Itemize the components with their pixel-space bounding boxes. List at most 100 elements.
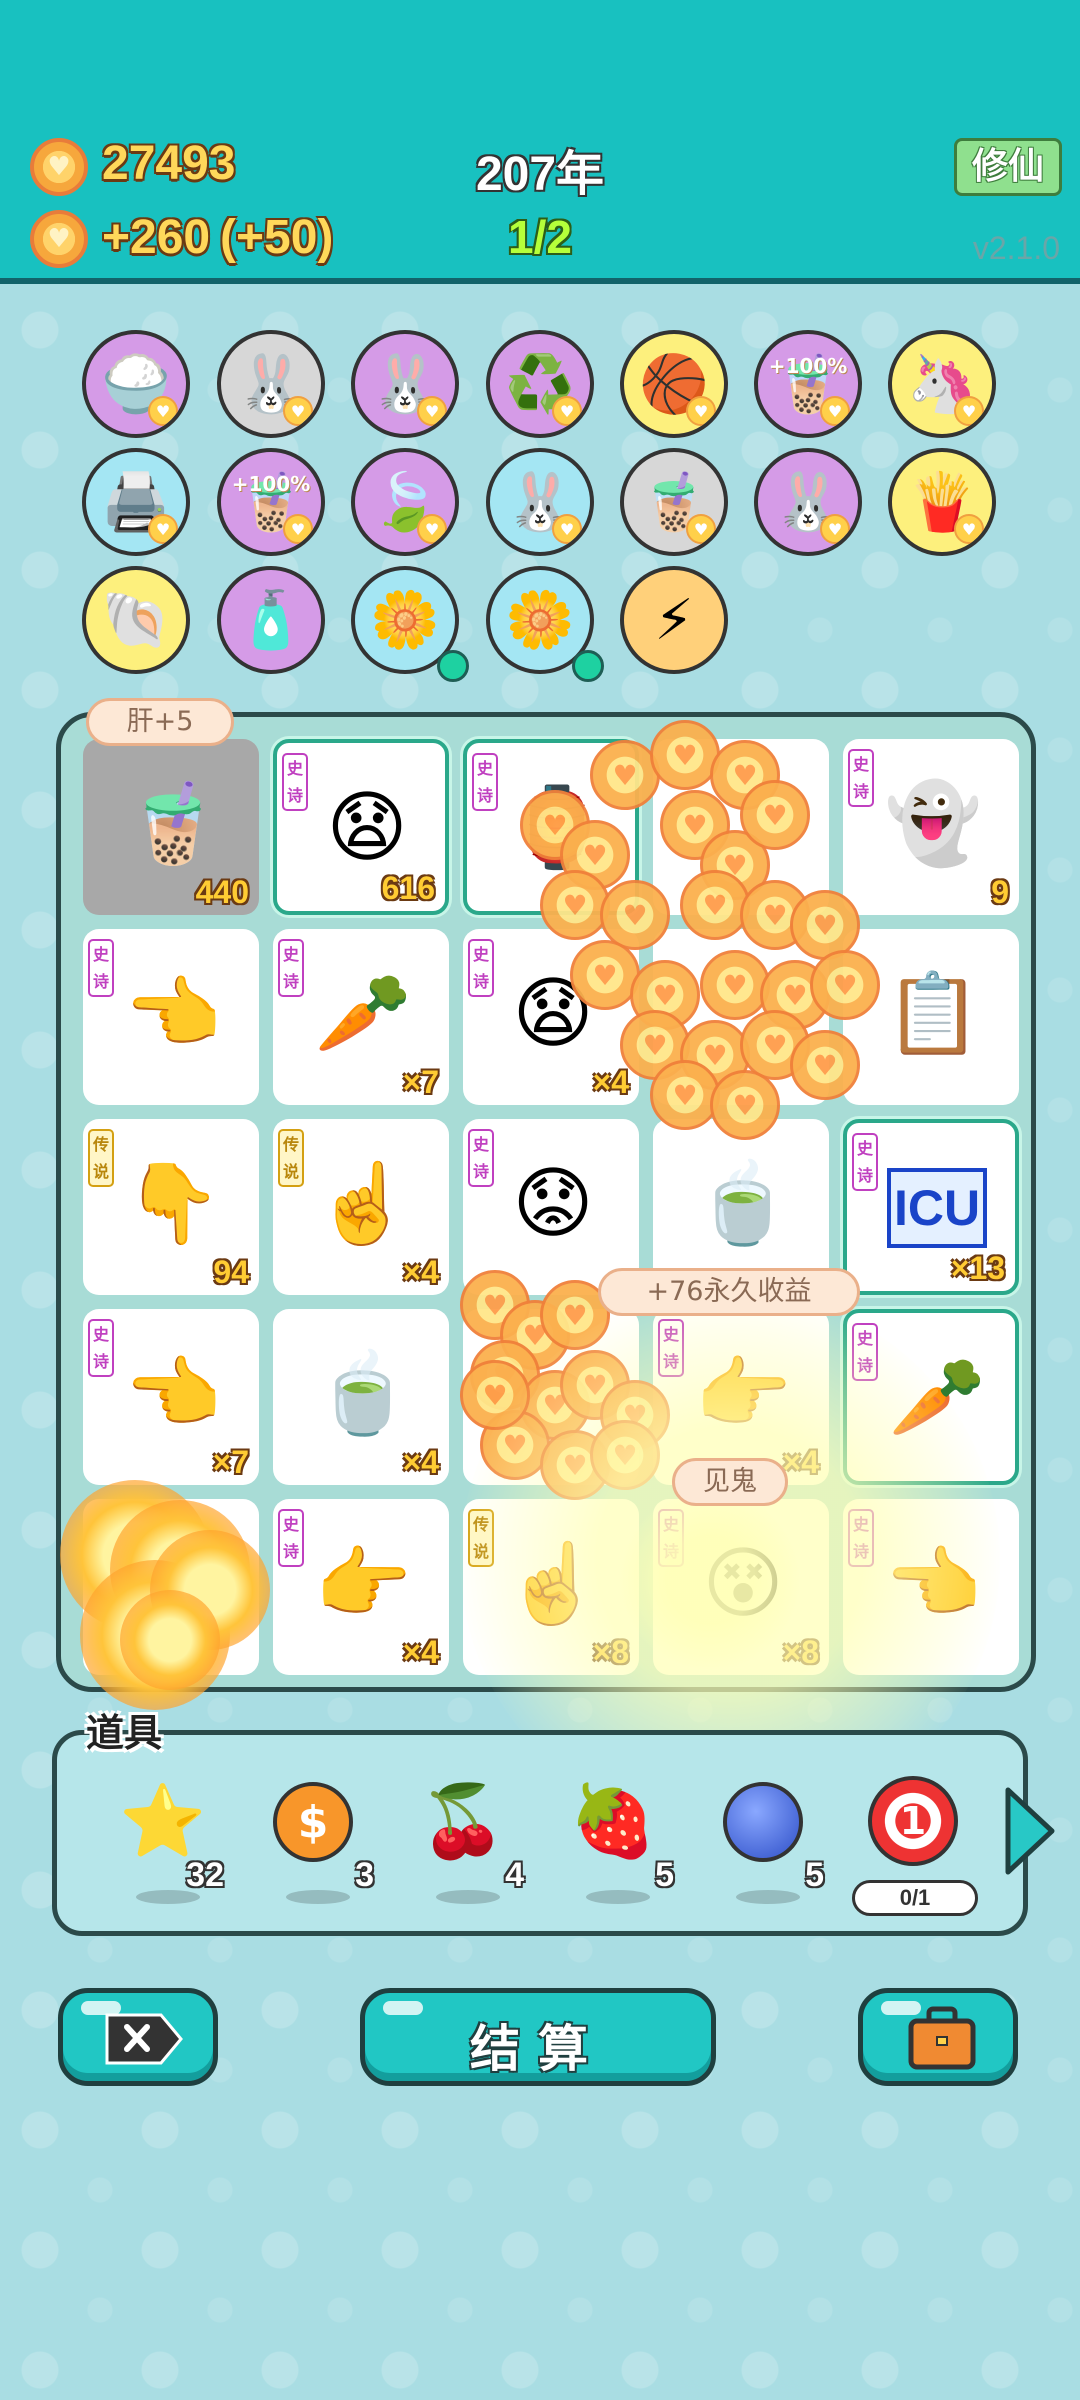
relic-slot[interactable]: 🐚 [82,566,190,674]
rarity-tag: 史诗 [472,753,498,811]
item-quantity: ×7 [212,1444,249,1480]
relic-slot[interactable]: 🍚 ♥ [82,330,190,438]
flying-coin-icon [710,1070,780,1140]
heart-badge-icon: ♥ [417,396,447,426]
heart-badge-icon: ♥ [417,514,447,544]
relic-slot[interactable]: 🐰 ♥ [754,448,862,556]
heart-badge-icon: ♥ [686,514,716,544]
relic-slot[interactable]: 🧋 ♥ [620,448,728,556]
relic-slot[interactable]: 🐰 ♥ [351,330,459,438]
relic-slot[interactable]: 🧋 +100% ♥ [217,448,325,556]
rarity-tag: 史诗 [278,1509,304,1567]
board-cell[interactable]: 传说 👇 94 [83,1119,259,1295]
milk-tea-icon: 🧋 +100% ♥ [217,448,325,556]
coin-icon [30,138,88,196]
popup-liver-bonus: 肝+5 [86,698,234,746]
board-cell[interactable]: 史诗 😧 616 [273,739,449,915]
relic-slot[interactable]: 🧋 +100% ♥ [754,330,862,438]
item-quantity: 9 [991,874,1009,910]
relic-slot[interactable]: ⚡ [620,566,728,674]
relic-slot[interactable]: 🏀 ♥ [620,330,728,438]
heart-badge-icon: ♥ [552,396,582,426]
item-slot[interactable]: 🍓 5 [558,1768,674,1908]
settle-button[interactable]: 结算 [360,1988,716,2086]
flying-coin-icon [810,950,880,1020]
exit-button[interactable] [58,1988,218,2086]
board-cell[interactable]: 史诗 👈 ×7 [83,1309,259,1485]
heart-badge-icon: ♥ [820,396,850,426]
strawberry-icon: 🍓 [569,1779,657,1862]
explosion-effect [120,1590,220,1690]
blueberry-icon [723,1782,803,1862]
item-quantity: ×4 [402,1254,439,1290]
item-slot[interactable]: $3 [258,1768,374,1908]
relic-slot[interactable]: 🐰 ♥ [486,448,594,556]
item-count: 5 [805,1856,824,1894]
relic-slot[interactable]: 🍃 ♥ [351,448,459,556]
bag-button[interactable] [858,1988,1018,2086]
mode-button[interactable]: 修仙 [954,138,1062,196]
top-bar: 27493 +260 (+50) 207年 1/2 修仙 v2.1.0 [0,0,1080,284]
board-cell[interactable]: 史诗 🥕 ×7 [273,929,449,1105]
coin-balance: 27493 [102,137,236,190]
relic-bonus-label: +100% [231,472,311,496]
heart-badge-icon: ♥ [820,514,850,544]
relic-slot[interactable]: 🧴 [217,566,325,674]
leaf-icon: 🍃 ♥ [351,448,459,556]
briefcase-icon [908,2006,976,2070]
relic-slot[interactable]: 🍟 ♥ [888,448,996,556]
relic-slot[interactable]: 🐰 ♥ [217,330,325,438]
relic-slot[interactable]: 🦄 ♥ [888,330,996,438]
relic-bonus-label: +100% [768,354,848,378]
target-limit: 0/1 [852,1880,978,1916]
year-counter: 207年 [475,148,605,201]
star-icon: ⭐ [119,1779,207,1862]
heart-badge-icon: ♥ [954,514,984,544]
income-value: +260 [102,211,211,264]
relic-slot[interactable]: 🌼 [486,566,604,682]
rarity-tag: 史诗 [278,939,304,997]
relic-slot[interactable]: 🖨️ ♥ [82,448,190,556]
next-arrow-icon[interactable] [1002,1786,1058,1876]
item-shadow [736,1890,800,1904]
copy-paste-icon: 📋 [884,968,982,1059]
settle-label: 结算 [470,2020,606,2078]
flying-coin-icon [680,870,750,940]
icu-icon: ICU [887,1153,987,1263]
board-cell[interactable]: 🍵 ×4 [273,1309,449,1485]
item-count: 32 [186,1856,224,1894]
heart-badge-icon: ♥ [148,514,178,544]
item-slot[interactable]: ⭐ 32 [108,1768,224,1908]
board-cell[interactable]: 史诗👉 ×4 [273,1499,449,1675]
rabbit-icon: 🐰 ♥ [217,330,325,438]
rarity-tag: 史诗 [852,1133,878,1191]
rabbit-icon: 🐰 ♥ [486,448,594,556]
board-cell[interactable]: 🧋 440 [83,739,259,915]
pointing-hand-icon: 👉 [314,1538,412,1629]
pointing-hand-icon: 👈 [124,968,222,1059]
flying-coin-icon [700,950,770,1020]
flying-coin-icon [650,1060,720,1130]
heart-badge-icon: ♥ [283,514,313,544]
spray-bottle-icon: 🧴 [217,566,325,674]
item-quantity: ×13 [950,1250,1005,1286]
item-slot[interactable]: 🍒 4 [408,1768,524,1908]
lychee-icon: 🍒 [419,1779,507,1862]
board-cell[interactable]: 史诗 ICU ×13 [843,1119,1019,1295]
relic-slot[interactable]: ♻️ ♥ [486,330,594,438]
popup-ghost: 见鬼 [672,1458,788,1506]
item-quantity: 94 [213,1254,249,1290]
board-cell[interactable]: 史诗👈 [83,929,259,1105]
relic-slot[interactable]: 🌼 [351,566,469,682]
item-count: 4 [505,1856,524,1894]
board-cell[interactable]: 史诗 👻 9 [843,739,1019,915]
item-quantity: 440 [195,874,249,910]
rarity-tag: 史诗 [88,939,114,997]
heart-badge-icon: ♥ [148,396,178,426]
heart-badge-icon: ♥ [954,396,984,426]
rarity-tag: 史诗 [88,1319,114,1377]
face-icon: 😟 [512,1159,594,1249]
board-cell[interactable]: 传说 ☝️ ×4 [273,1119,449,1295]
item-slot[interactable]: 5 [708,1768,824,1908]
ghost-icon: 👻 [884,778,982,869]
